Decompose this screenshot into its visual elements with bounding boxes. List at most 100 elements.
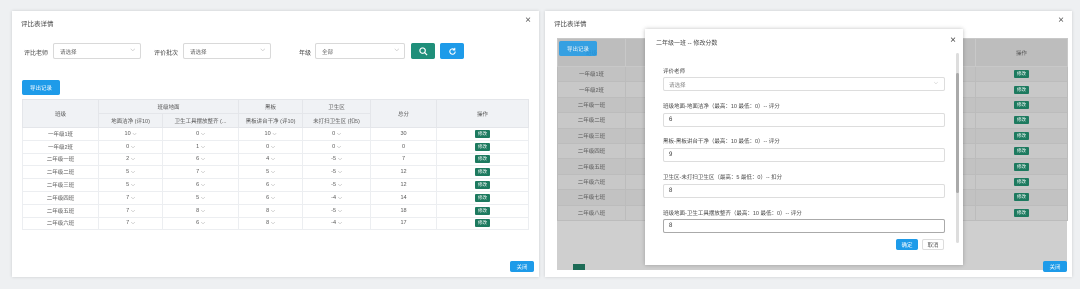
cancel-button[interactable]: 取消 <box>922 239 944 250</box>
batch-select[interactable]: 请选择 ⌵ <box>183 43 271 59</box>
close-icon[interactable]: × <box>1058 15 1064 26</box>
chevron-down-icon: ⌵ <box>130 47 135 53</box>
floor-clean-cell[interactable]: 0 ⌵ <box>98 139 163 154</box>
edit-button[interactable]: 修改 <box>475 193 491 202</box>
edit-button[interactable]: 修改 <box>1014 147 1029 156</box>
cell-value: 4 <box>266 156 270 163</box>
hygiene-area-cell[interactable]: -5 ⌵ <box>302 178 372 192</box>
hygiene-area-cell[interactable]: 0 ⌵ <box>302 127 372 141</box>
cell-value: 0 <box>266 143 270 150</box>
floor-clean-input[interactable]: 6 <box>663 113 945 127</box>
tool-tidy-input[interactable]: 8 <box>663 219 945 233</box>
edit-button[interactable]: 修改 <box>475 168 491 177</box>
edit-button[interactable]: 修改 <box>1014 100 1029 109</box>
confirm-button[interactable]: 确定 <box>896 239 918 250</box>
edit-button[interactable]: 修改 <box>475 181 491 190</box>
tool-tidy-cell[interactable]: 6 ⌵ <box>161 216 240 231</box>
floor-clean-cell[interactable]: 7 ⌵ <box>98 190 163 205</box>
cell-value: 0 <box>126 143 130 150</box>
teacher-select[interactable]: 请选择 ⌵ <box>53 43 141 59</box>
chevron-down-icon: ⌵ <box>131 169 135 176</box>
export-records-button[interactable]: 导出记录 <box>22 80 60 95</box>
edit-button[interactable]: 修改 <box>475 155 491 164</box>
class-cell: 二年级五班 <box>557 158 626 175</box>
edit-button[interactable]: 修改 <box>1014 208 1029 217</box>
floor-clean-cell[interactable]: 2 ⌵ <box>98 152 163 167</box>
edit-button[interactable]: 修改 <box>1014 162 1029 171</box>
action-cell: 修改 <box>975 96 1068 114</box>
edit-button[interactable]: 修改 <box>1014 116 1029 125</box>
edit-button[interactable]: 修改 <box>1014 193 1029 202</box>
field4-label: 班级地面-卫生工具摆放整齐（最高：10 最低：0）-- 评分 <box>663 211 802 217</box>
tool-tidy-cell[interactable]: 8 ⌵ <box>161 203 240 218</box>
hygiene-area-cell[interactable]: -4 ⌵ <box>302 216 372 231</box>
hygiene-area-cell[interactable]: -5 ⌵ <box>302 165 372 180</box>
grade-select[interactable]: 全部 ⌵ <box>315 43 405 59</box>
chevron-down-icon: ⌵ <box>201 220 205 227</box>
close-button[interactable]: 关闭 <box>510 261 534 272</box>
blackboard-clean-cell[interactable]: 10 ⌵ <box>238 127 304 141</box>
cell-value: 6 <box>266 182 270 189</box>
action-cell: 修改 <box>975 112 1068 129</box>
hygiene-area-input[interactable]: 8 <box>663 184 945 198</box>
edit-button[interactable]: 修改 <box>475 142 491 151</box>
blackboard-clean-cell[interactable]: 8 ⌵ <box>238 203 304 218</box>
hygiene-area-cell[interactable]: -5 ⌵ <box>302 152 372 167</box>
export-records-button[interactable]: 导出记录 <box>559 41 597 56</box>
floor-clean-cell[interactable]: 7 ⌵ <box>98 216 163 231</box>
edit-button[interactable]: 修改 <box>1014 177 1029 186</box>
chevron-down-icon: ⌵ <box>201 156 205 163</box>
blackboard-clean-cell[interactable]: 0 ⌵ <box>238 139 304 154</box>
cell-value: 10 <box>264 130 271 137</box>
cell-value: 一年级1班 <box>47 131 74 138</box>
floor-clean-cell[interactable]: 5 ⌵ <box>98 178 163 192</box>
cell-value: 7 <box>126 194 130 201</box>
refresh-button[interactable] <box>440 43 464 59</box>
total-cell: 17 <box>370 216 438 231</box>
edit-button[interactable]: 修改 <box>475 206 491 215</box>
floor-clean-cell[interactable]: 7 ⌵ <box>98 203 163 218</box>
teacher-select[interactable]: 请选择 ⌵ <box>663 77 945 91</box>
edit-button[interactable]: 修改 <box>1014 70 1029 79</box>
tool-tidy-cell[interactable]: 5 ⌵ <box>161 190 240 205</box>
blackboard-clean-input[interactable]: 9 <box>663 148 945 162</box>
tool-tidy-cell[interactable]: 6 ⌵ <box>161 178 240 192</box>
blackboard-clean-cell[interactable]: 5 ⌵ <box>238 165 304 180</box>
chevron-down-icon: ⌵ <box>271 169 275 176</box>
tool-tidy-cell[interactable]: 0 ⌵ <box>161 127 240 141</box>
blackboard-clean-cell[interactable]: 6 ⌵ <box>238 178 304 192</box>
action-cell: 修改 <box>436 216 530 231</box>
edit-button[interactable]: 修改 <box>1014 85 1029 94</box>
tool-tidy-cell[interactable]: 7 ⌵ <box>161 165 240 180</box>
edit-button[interactable]: 修改 <box>1014 131 1029 140</box>
edit-button[interactable]: 修改 <box>475 129 491 138</box>
tool-tidy-cell[interactable]: 1 ⌵ <box>161 139 240 154</box>
floor-clean-cell[interactable]: 5 ⌵ <box>98 165 163 180</box>
chevron-down-icon: ⌵ <box>933 80 938 86</box>
close-button[interactable]: 关闭 <box>1043 261 1067 272</box>
tool-tidy-cell[interactable]: 6 ⌵ <box>161 152 240 167</box>
blackboard-clean-cell[interactable]: 8 ⌵ <box>238 216 304 231</box>
class-cell: 二年级四班 <box>22 190 99 205</box>
search-button[interactable] <box>411 43 435 59</box>
blackboard-clean-cell[interactable]: 6 ⌵ <box>238 190 304 205</box>
close-icon[interactable]: × <box>525 15 531 26</box>
blackboard-clean-cell[interactable]: 4 ⌵ <box>238 152 304 167</box>
close-icon[interactable]: × <box>950 35 956 46</box>
chevron-down-icon: ⌵ <box>337 130 341 137</box>
class-cell: 一年级2班 <box>557 81 626 98</box>
cell-value: 一年级2班 <box>47 144 74 151</box>
chevron-down-icon: ⌵ <box>131 207 135 214</box>
hygiene-area-cell[interactable]: -5 ⌵ <box>302 203 372 218</box>
cell-value: 14 <box>400 194 407 201</box>
chevron-down-icon: ⌵ <box>337 143 341 150</box>
chevron-down-icon: ⌵ <box>272 130 277 137</box>
modal-scrollbar[interactable] <box>956 53 959 243</box>
hygiene-area-cell[interactable]: 0 ⌵ <box>302 139 372 154</box>
class-cell: 二年级一班 <box>22 152 99 167</box>
floor-clean-cell[interactable]: 10 ⌵ <box>98 127 163 141</box>
dialog-title: 评比表详情 <box>554 21 587 28</box>
hygiene-area-cell[interactable]: -4 ⌵ <box>302 190 372 205</box>
edit-button[interactable]: 修改 <box>475 219 491 228</box>
table-row: 二年级六班 7 ⌵ 6 ⌵ 8 ⌵ -4 ⌵ 17 修改 <box>22 216 530 231</box>
